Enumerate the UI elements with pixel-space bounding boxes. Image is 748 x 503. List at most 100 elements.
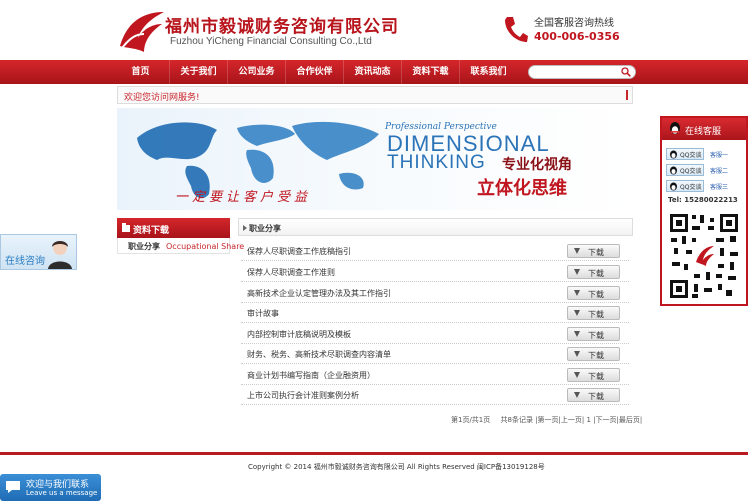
online-service-title: 在线客服 bbox=[685, 127, 722, 137]
download-label: 下载 bbox=[588, 372, 604, 381]
search-icon[interactable] bbox=[621, 67, 631, 77]
nav-item-partners[interactable]: 合作伙伴 bbox=[286, 60, 343, 84]
download-arrow-icon bbox=[574, 331, 580, 337]
nav-item-contact[interactable]: 联系我们 bbox=[460, 60, 517, 84]
phone-icon bbox=[505, 17, 528, 42]
download-button[interactable]: 下载 bbox=[567, 244, 620, 258]
qq-chat-button[interactable]: QQ交谈 bbox=[666, 148, 704, 160]
qq-penguin-icon bbox=[670, 150, 677, 159]
download-button[interactable]: 下载 bbox=[567, 347, 620, 361]
download-button[interactable]: 下载 bbox=[567, 327, 620, 341]
welcome-bar: 欢迎您访问网服务! bbox=[117, 86, 633, 104]
list-item: 保荐人尽职调查工作底稿指引 下载 bbox=[241, 241, 629, 261]
qq-penguin-icon bbox=[670, 122, 680, 134]
company-name-cn: 福州市毅诚财务咨询有限公司 bbox=[165, 17, 399, 37]
qq-chat-button[interactable]: QQ交谈 bbox=[666, 180, 704, 192]
document-title[interactable]: 高新技术企业认定管理办法及其工作指引 bbox=[247, 288, 391, 299]
bullet-arrow-icon bbox=[243, 225, 247, 231]
document-title[interactable]: 内部控制审计底稿说明及模板 bbox=[247, 329, 351, 340]
download-label: 下载 bbox=[588, 331, 604, 340]
pagination-links[interactable]: 共8条记录 |第一页|上一页| 1 |下一页|最后页| bbox=[501, 416, 643, 424]
sidebar-list: 职业分享 Occupational Share bbox=[117, 238, 244, 254]
nav-item-downloads[interactable]: 资料下载 bbox=[402, 60, 459, 84]
document-title[interactable]: 财务、税务、高新技术尽职调查内容清单 bbox=[247, 349, 391, 360]
qq-contact-row: QQ交谈 客服二 bbox=[666, 164, 744, 177]
list-item: 内部控制审计底稿说明及模板 下载 bbox=[241, 324, 629, 344]
nav-item-home[interactable]: 首页 bbox=[112, 60, 169, 84]
qq-chat-button[interactable]: QQ交谈 bbox=[666, 164, 704, 176]
list-item: 商业计划书编写指南（企业融资用） 下载 bbox=[241, 365, 629, 385]
document-title[interactable]: 保荐人尽职调查工作准则 bbox=[247, 267, 335, 278]
download-button[interactable]: 下载 bbox=[567, 368, 620, 382]
content-section-header: 职业分享 bbox=[238, 218, 633, 236]
nav-item-about[interactable]: 关于我们 bbox=[170, 60, 227, 84]
qq-chat-label: QQ交谈 bbox=[680, 168, 702, 175]
qq-contact-name[interactable]: 客服二 bbox=[710, 166, 728, 175]
leave-message-subtitle: Leave us a message bbox=[26, 489, 98, 497]
qq-penguin-icon bbox=[670, 182, 677, 191]
list-item: 审计故事 下载 bbox=[241, 303, 629, 323]
online-service-panel: 在线客服 QQ交谈 客服一 QQ交谈 客服二 QQ交谈 客服三 Tel: 152… bbox=[660, 116, 748, 306]
download-arrow-icon bbox=[574, 392, 580, 398]
qq-contact-row: QQ交谈 客服三 bbox=[666, 180, 744, 193]
online-consult-widget[interactable]: 在线咨询 bbox=[0, 234, 77, 270]
banner-tagline-1: 专业化视角 bbox=[502, 157, 572, 173]
download-label: 下载 bbox=[588, 269, 604, 278]
leave-message-widget[interactable]: 欢迎与我们联系 Leave us a message bbox=[0, 474, 101, 501]
main-nav: 首页 关于我们 公司业务 合作伙伴 资讯动态 资料下载 联系我们 bbox=[0, 60, 748, 84]
company-logo-icon[interactable] bbox=[114, 8, 166, 54]
document-title[interactable]: 上市公司执行会计准则案例分析 bbox=[247, 390, 359, 401]
hotline-number: 400-006-0356 bbox=[534, 30, 620, 43]
qq-contact-name[interactable]: 客服三 bbox=[710, 182, 728, 191]
download-arrow-icon bbox=[574, 351, 580, 357]
download-arrow-icon bbox=[574, 248, 580, 254]
hotline-label: 全国客服咨询热线 bbox=[534, 18, 614, 29]
nav-item-business[interactable]: 公司业务 bbox=[228, 60, 285, 84]
document-title[interactable]: 保荐人尽职调查工作底稿指引 bbox=[247, 246, 351, 257]
document-title[interactable]: 商业计划书编写指南（企业融资用） bbox=[247, 370, 375, 381]
banner-slogan: 一定要让客户受益 bbox=[175, 190, 312, 205]
pagination: 第1页/共1页 共8条记录 |第一页|上一页| 1 |下一页|最后页| bbox=[451, 415, 650, 425]
company-name-en: Fuzhou YiCheng Financial Consulting Co.,… bbox=[170, 36, 372, 47]
document-title[interactable]: 审计故事 bbox=[247, 308, 279, 319]
sidebar-header: 资料下载 bbox=[117, 218, 230, 238]
banner-tagline-2: 立体化思维 bbox=[477, 178, 567, 199]
search-input[interactable] bbox=[528, 65, 636, 79]
download-arrow-icon bbox=[574, 290, 580, 296]
contact-phone: Tel: 15280022213 bbox=[668, 196, 738, 204]
download-arrow-icon bbox=[574, 372, 580, 378]
pagination-page-info: 第1页/共1页 bbox=[451, 416, 491, 424]
list-item: 财务、税务、高新技术尽职调查内容清单 下载 bbox=[241, 344, 629, 364]
nav-item-news[interactable]: 资讯动态 bbox=[344, 60, 401, 84]
list-item: 上市公司执行会计准则案例分析 下载 bbox=[241, 385, 629, 405]
download-label: 下载 bbox=[588, 392, 604, 401]
online-service-header: 在线客服 bbox=[662, 118, 746, 140]
welcome-text: 欢迎您访问网服务! bbox=[124, 93, 200, 103]
list-item: 高新技术企业认定管理办法及其工作指引 下载 bbox=[241, 283, 629, 303]
qq-contact-name[interactable]: 客服一 bbox=[710, 150, 728, 159]
section-title: 职业分享 bbox=[249, 224, 281, 233]
welcome-marker bbox=[626, 90, 628, 100]
download-button[interactable]: 下载 bbox=[567, 388, 620, 402]
download-button[interactable]: 下载 bbox=[567, 286, 620, 300]
download-button[interactable]: 下载 bbox=[567, 265, 620, 279]
online-consult-label: 在线咨询 bbox=[5, 256, 45, 267]
qq-chat-label: QQ交谈 bbox=[680, 152, 702, 159]
sidebar-item-label-en: Occupational Share bbox=[166, 242, 245, 251]
folder-icon bbox=[122, 223, 130, 232]
sidebar-item-label: 职业分享 bbox=[128, 242, 160, 251]
download-label: 下载 bbox=[588, 248, 604, 257]
copyright-text: Copyright © 2014 福州市毅诚财务咨询有限公司 All Right… bbox=[248, 463, 545, 471]
banner-thinking-text: THINKING bbox=[387, 152, 486, 173]
sidebar-item-occupational-share[interactable]: 职业分享 Occupational Share bbox=[128, 241, 244, 252]
qq-chat-label: QQ交谈 bbox=[680, 184, 702, 191]
site-footer: Copyright © 2014 福州市毅诚财务咨询有限公司 All Right… bbox=[0, 452, 748, 503]
customer-service-avatar-icon bbox=[48, 241, 72, 269]
qq-penguin-icon bbox=[670, 166, 677, 175]
download-button[interactable]: 下载 bbox=[567, 306, 620, 320]
download-arrow-icon bbox=[574, 310, 580, 316]
download-arrow-icon bbox=[574, 269, 580, 275]
site-header: 福州市毅诚财务咨询有限公司 Fuzhou YiCheng Financial C… bbox=[0, 0, 748, 60]
download-label: 下载 bbox=[588, 310, 604, 319]
chat-bubble-icon bbox=[6, 481, 20, 493]
